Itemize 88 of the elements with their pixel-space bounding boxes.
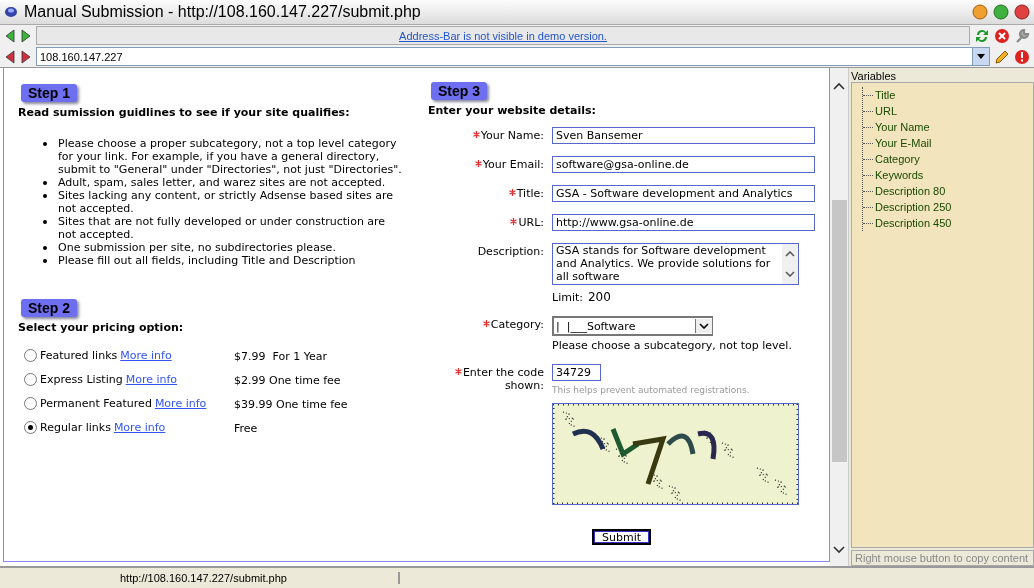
field-label: Your Name: [480, 129, 544, 142]
tree-item[interactable]: Title [875, 89, 896, 101]
status-text: http://108.160.147.227/submit.php [0, 572, 400, 584]
price-text: $39.99 One time fee [234, 397, 349, 411]
back-icon[interactable] [4, 28, 16, 43]
window-title: Manual Submission - http://108.160.147.227/submit.php [24, 3, 422, 21]
tree-item[interactable]: Description 450 [875, 217, 952, 229]
stop-icon[interactable] [994, 27, 1010, 44]
scrollbar-thumb[interactable] [831, 200, 847, 462]
caret-icon [699, 323, 709, 329]
field-label: Your Email: [482, 158, 544, 171]
scroll-up-icon[interactable] [785, 251, 795, 257]
panel-title: Variables [851, 70, 898, 82]
price-text: $7.99 For 1 Year [234, 349, 328, 363]
limit-value: 200 [588, 290, 611, 304]
hint-text: Please choose a subcategory, not top level. [552, 339, 793, 352]
submit-button[interactable]: Submit [592, 529, 652, 545]
more-info-link[interactable]: More info [154, 396, 207, 410]
text-field[interactable]: software@gsa-online.de [552, 156, 815, 173]
guideline-text: Please fill out all fields, including Title and Description [58, 254, 356, 267]
address-field[interactable]: 108.160.147.227 [36, 47, 990, 66]
option-label: Regular links [40, 420, 111, 434]
price-text: Free [234, 421, 259, 435]
radio-button[interactable] [24, 420, 37, 434]
tree-item[interactable]: Description 80 [875, 185, 946, 197]
text-field[interactable]: GSA - Software development and Analytics [552, 185, 815, 202]
scroll-up-icon[interactable] [833, 82, 845, 90]
alert-icon[interactable] [1014, 48, 1030, 65]
bullet-icon [43, 246, 47, 250]
radio-button[interactable] [24, 396, 37, 410]
bullet-icon [43, 259, 47, 263]
more-info-link[interactable]: More info [125, 372, 178, 386]
step-badge: Step 1 [21, 84, 77, 102]
back-icon[interactable] [4, 49, 16, 64]
tree-item[interactable]: Category [875, 153, 920, 165]
section-heading: Read sumission guidlines to see if your site qualifies: [18, 106, 351, 119]
forward-icon[interactable] [20, 49, 32, 64]
scroll-down-icon[interactable] [785, 271, 795, 277]
field-label: Enter the code shown: [462, 366, 544, 392]
field-label: Title: [516, 187, 544, 200]
bullet-icon [43, 142, 47, 146]
code-field[interactable]: 34729 [552, 364, 601, 381]
panel-footer: Right mouse button to copy content [851, 550, 1034, 566]
guideline-text: Please choose a proper subcategory, not a top level category for your link. For example, if you have a general directory, submit to "General" under "Directories", not just "Directories". [58, 137, 403, 176]
radio-button[interactable] [24, 372, 37, 386]
section-heading: Enter your website details: [428, 104, 597, 117]
step-badge: Step 3 [431, 82, 487, 100]
option-label: Express Listing [40, 372, 123, 386]
guideline-text: One submission per site, no subdirectories please. [58, 241, 336, 254]
description-field[interactable]: GSA stands for Software development and Analytics. We provide solutions for all software [552, 243, 799, 285]
bullet-icon [43, 220, 47, 224]
forward-icon[interactable] [20, 28, 32, 43]
category-dropdown[interactable]: | |___Software [552, 316, 713, 336]
price-text: $2.99 One time fee [234, 373, 342, 387]
tree-item[interactable]: Your E-Mail [875, 137, 932, 149]
tree-item[interactable]: Keywords [875, 169, 924, 181]
refresh-icon[interactable] [974, 27, 990, 44]
tree-item[interactable]: Your Name [875, 121, 930, 133]
more-info-link[interactable]: More info [120, 348, 172, 362]
caret-icon [977, 54, 985, 59]
close-button[interactable] [1014, 4, 1030, 20]
scroll-down-icon[interactable] [833, 546, 845, 554]
minimize-button[interactable] [972, 4, 988, 20]
text-field[interactable]: http://www.gsa-online.de [552, 214, 815, 231]
wrench-icon[interactable] [1014, 27, 1030, 44]
bullet-icon [43, 181, 47, 185]
option-label: Permanent Featured [40, 396, 152, 410]
section-heading: Select your pricing option: [18, 321, 185, 334]
tree-item[interactable]: URL [875, 105, 897, 117]
field-label: URL: [518, 216, 544, 229]
more-info-link[interactable]: More info [113, 420, 166, 434]
hint-text: This helps prevent automated registrations. [552, 385, 751, 395]
bullet-icon [43, 194, 47, 198]
guideline-text: Sites that are not fully developed or under construction are not accepted. [58, 215, 387, 241]
step-badge: Step 2 [21, 299, 77, 317]
maximize-button[interactable] [993, 4, 1009, 20]
app-icon [4, 6, 18, 18]
pencil-icon[interactable] [994, 48, 1010, 65]
option-label: Featured links [40, 348, 118, 362]
tree-item[interactable]: Description 250 [875, 201, 952, 213]
field-label: Description: [477, 245, 544, 258]
text-field[interactable]: Sven Bansemer [552, 127, 815, 144]
field-label: Category: [490, 318, 544, 331]
limit-label: Limit: [552, 291, 583, 304]
guideline-text: Adult, spam, sales letter, and warez sites are not accepted. [58, 176, 386, 189]
guideline-text: Sites lacking any content, or strictly Adsense based sites are not accepted. [58, 189, 395, 215]
radio-button[interactable] [24, 348, 37, 362]
notice-link[interactable]: Address-Bar is not visible in demo version. [399, 29, 607, 42]
